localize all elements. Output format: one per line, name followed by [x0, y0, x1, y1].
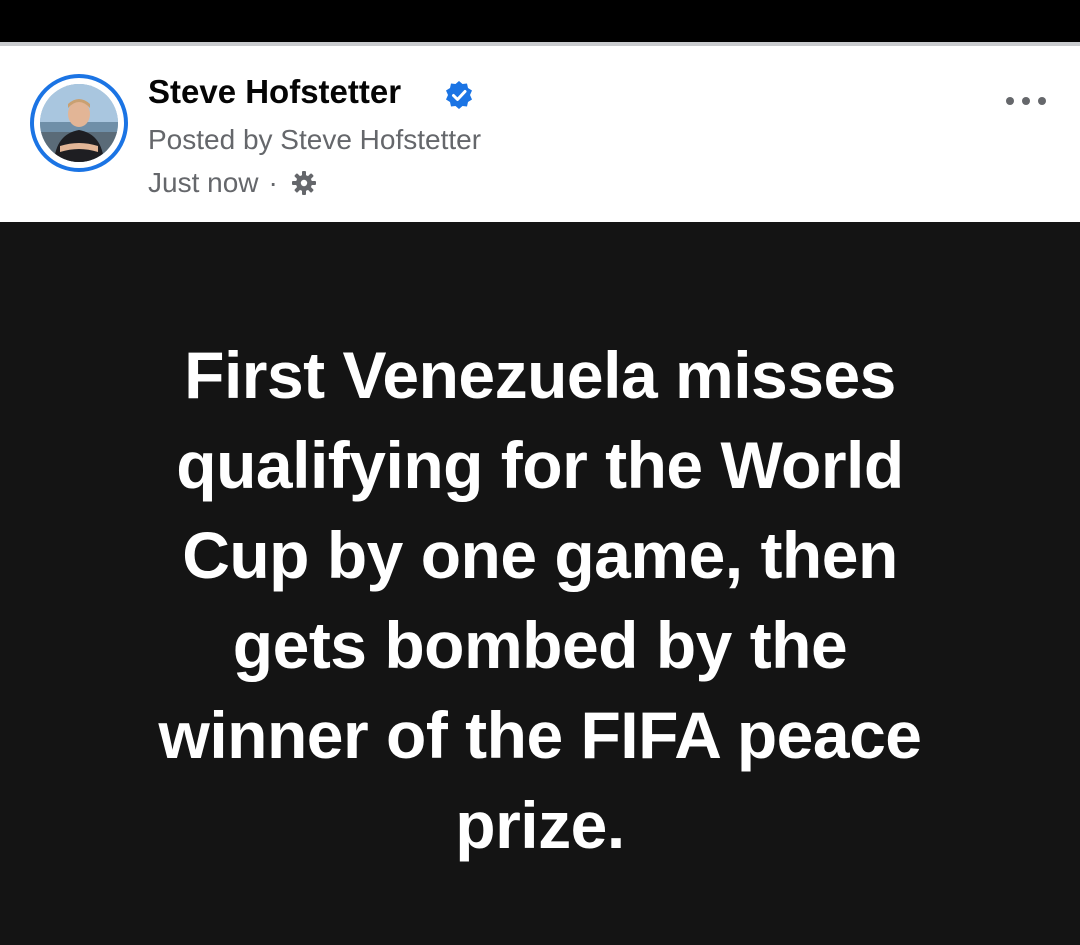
more-options-icon [1006, 97, 1046, 105]
post-header: Steve Hofstetter Posted by Steve Hofstet… [0, 46, 1080, 222]
post-text: First Venezuela misses qualifying for th… [60, 330, 1020, 870]
timestamp[interactable]: Just now [148, 167, 259, 199]
gear-icon[interactable] [290, 169, 318, 197]
post-content: First Venezuela misses qualifying for th… [0, 222, 1080, 945]
post-text-line: prize. [455, 788, 625, 862]
post-meta: Just now · [148, 166, 318, 200]
meta-separator: · [268, 167, 278, 198]
post-text-line: gets bombed by the [232, 608, 848, 682]
verified-badge-icon [446, 81, 472, 109]
avatar-photo [40, 84, 118, 162]
posted-by-label: Posted by Steve Hofstetter [148, 124, 482, 155]
post-text-line: First Venezuela misses [184, 338, 896, 412]
post-text-line: qualifying for the World [176, 428, 904, 502]
post-text-line: Cup by one game, then [182, 518, 898, 592]
status-bar [0, 0, 1080, 42]
avatar[interactable] [30, 74, 128, 172]
author-name[interactable]: Steve Hofstetter [148, 73, 401, 111]
post-text-line: winner of the FIFA peace [158, 698, 922, 772]
more-options-button[interactable] [1000, 86, 1052, 116]
